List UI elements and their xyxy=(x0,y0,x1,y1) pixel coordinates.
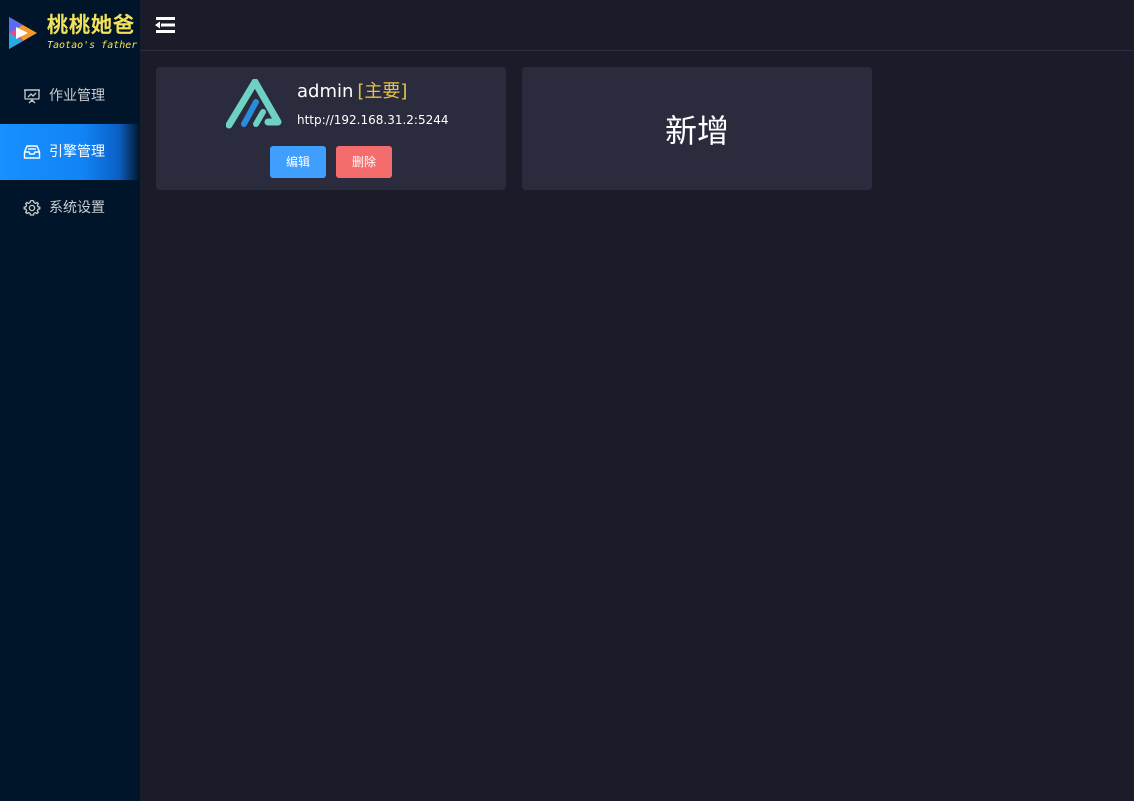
engine-card: admin [主要] http://192.168.31.2:5244 编辑 删除 xyxy=(156,67,506,190)
sidebar-item-jobs[interactable]: 作业管理 xyxy=(0,68,140,124)
add-label: 新增 xyxy=(664,111,729,150)
sidebar-item-label: 作业管理 xyxy=(49,88,105,104)
primary-tag: [主要] xyxy=(357,81,408,102)
engine-url: http://192.168.31.2:5244 xyxy=(297,113,449,127)
alist-logo-icon xyxy=(226,79,282,129)
presentation-board-icon xyxy=(24,89,40,104)
menu-fold-icon[interactable] xyxy=(154,16,176,34)
inbox-tray-icon xyxy=(23,145,41,159)
add-engine-card[interactable]: 新增 xyxy=(522,67,872,190)
top-header xyxy=(140,0,1134,51)
play-logo-icon xyxy=(9,17,37,49)
delete-button[interactable]: 删除 xyxy=(336,146,392,178)
brand-subtitle: Taotao's father xyxy=(47,40,138,51)
engine-name: admin [主要] xyxy=(297,80,407,104)
sidebar: 桃桃她爸 Taotao's father 作业管理 引擎管理 系统设置 xyxy=(0,0,140,801)
brand-logo[interactable]: 桃桃她爸 Taotao's father xyxy=(0,0,140,60)
sidebar-item-label: 引擎管理 xyxy=(49,144,105,160)
gear-icon xyxy=(23,199,41,216)
sidebar-item-label: 系统设置 xyxy=(49,200,105,216)
sidebar-item-engines[interactable]: 引擎管理 xyxy=(0,124,140,180)
brand-title: 桃桃她爸 xyxy=(47,13,135,37)
engine-name-text: admin xyxy=(297,81,354,102)
sidebar-item-settings[interactable]: 系统设置 xyxy=(0,180,140,236)
edit-button[interactable]: 编辑 xyxy=(270,146,326,178)
sidebar-menu: 作业管理 引擎管理 系统设置 xyxy=(0,68,140,236)
